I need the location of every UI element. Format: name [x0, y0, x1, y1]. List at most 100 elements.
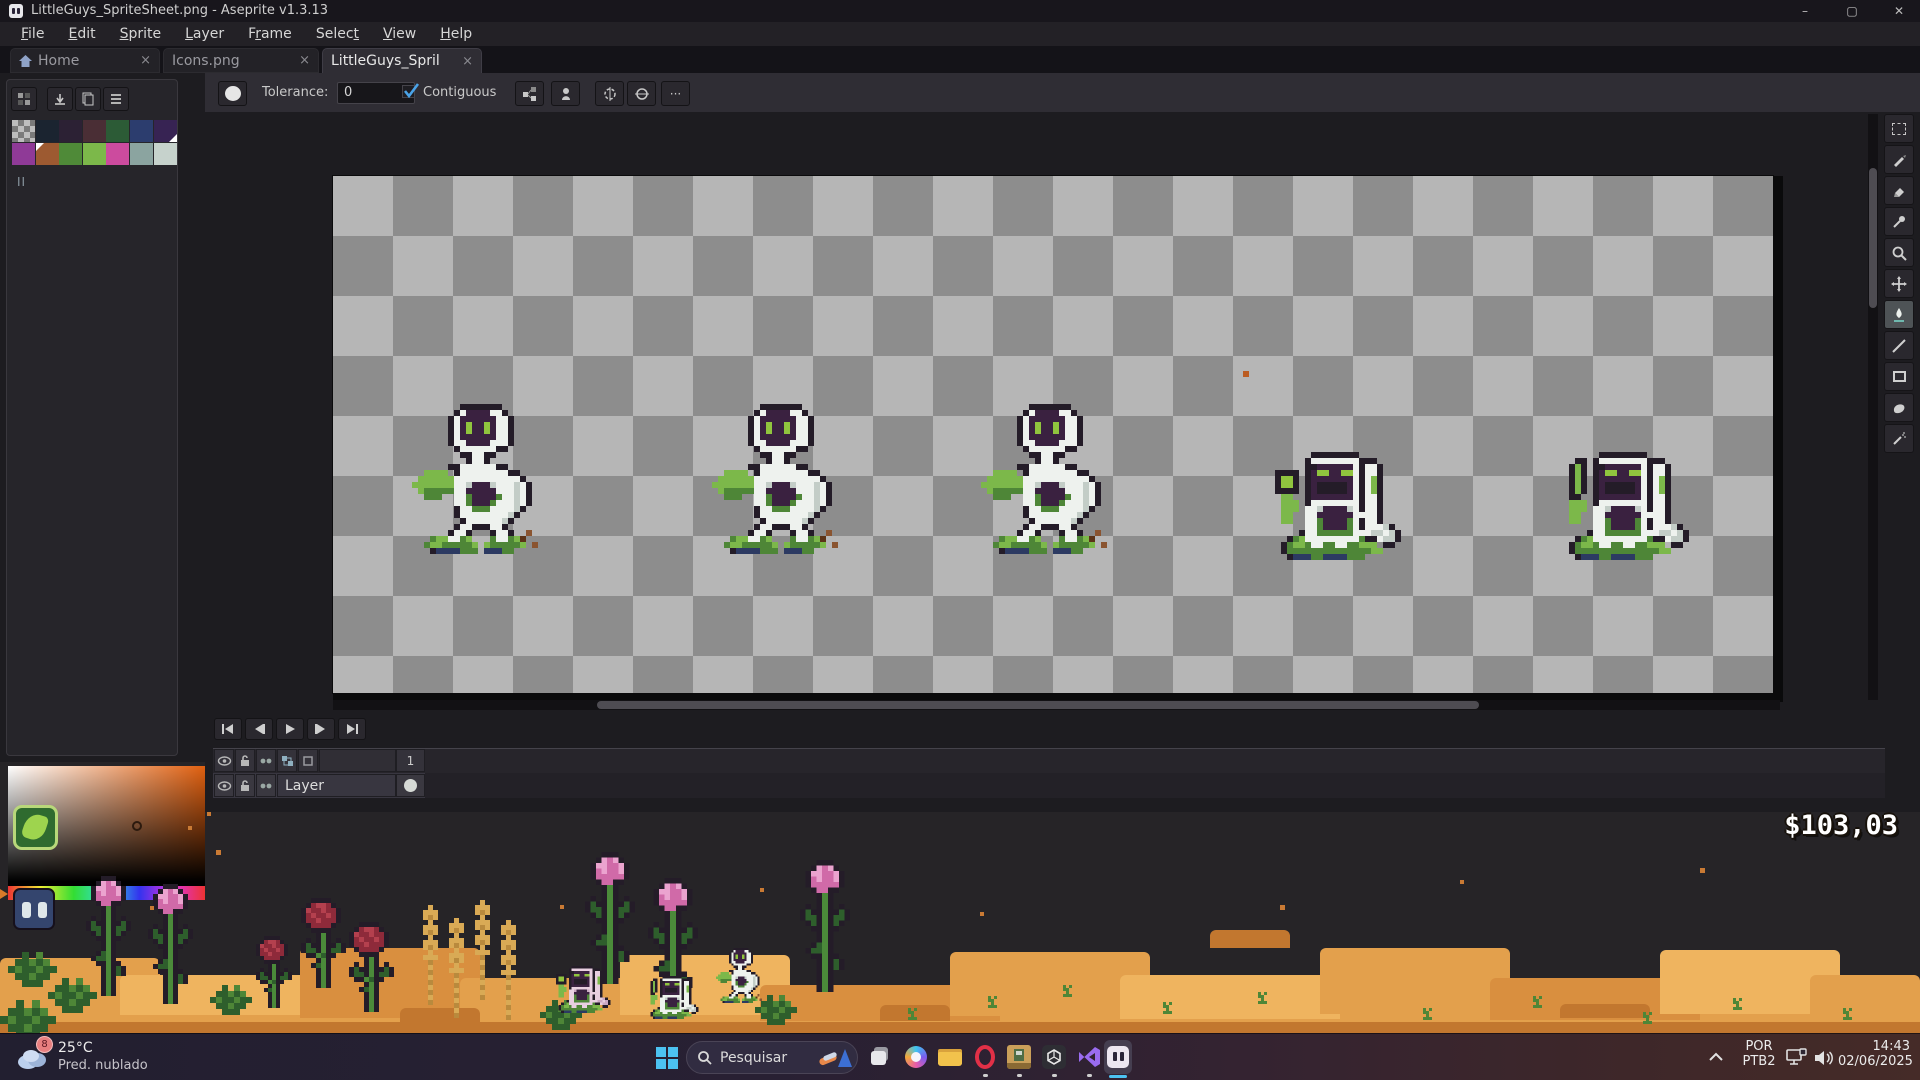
header-lock-icon[interactable] — [235, 749, 255, 772]
app-copilot[interactable] — [902, 1043, 930, 1071]
title-bar[interactable]: LittleGuys_SpriteSheet.png - Aseprite v1… — [0, 0, 1920, 22]
header-dots-icon[interactable] — [256, 749, 276, 772]
menu-select[interactable]: Select — [305, 24, 370, 44]
cloud — [1560, 1004, 1650, 1018]
app-game-pixel[interactable] — [1005, 1043, 1033, 1071]
app-opera[interactable] — [971, 1043, 999, 1071]
tool-contour[interactable] — [1884, 393, 1914, 422]
palette-swatch[interactable] — [130, 143, 153, 165]
language-indicator[interactable]: POR PTB2 — [1738, 1039, 1780, 1077]
menu-frame[interactable]: Frame — [237, 24, 303, 44]
v-scrollbar[interactable] — [1868, 114, 1878, 700]
menu-edit[interactable]: Edit — [57, 24, 106, 44]
tool-paint-bucket[interactable] — [1884, 300, 1914, 329]
v-scrollbar-thumb[interactable] — [1869, 168, 1877, 308]
timeline-header — [213, 748, 1885, 773]
tab-close-icon[interactable]: × — [462, 54, 473, 69]
close-button[interactable]: ✕ — [1884, 1, 1914, 21]
palette-presets-button[interactable] — [11, 87, 37, 111]
menu-help[interactable]: Help — [429, 24, 483, 44]
palette-swatch[interactable] — [83, 143, 106, 165]
palette-swatch[interactable] — [106, 143, 129, 165]
palette-file-button[interactable] — [75, 87, 101, 111]
layer-eye-toggle[interactable] — [214, 774, 234, 797]
symmetry-x-button[interactable] — [595, 81, 624, 106]
tab-icons-png[interactable]: Icons.png× — [163, 48, 319, 73]
palette-swatch[interactable] — [154, 120, 177, 142]
app-visual-studio[interactable] — [1075, 1043, 1103, 1071]
prev-frame-button[interactable] — [245, 718, 273, 740]
layer-name-cell[interactable]: Layer — [277, 774, 396, 797]
app-unity[interactable] — [1040, 1043, 1068, 1071]
search-box[interactable]: Pesquisar — [686, 1041, 858, 1074]
sort-colors-button[interactable] — [47, 87, 73, 111]
palette-swatch[interactable] — [154, 143, 177, 165]
unity-icon — [1040, 1043, 1068, 1071]
tool-move[interactable] — [1884, 269, 1914, 298]
palette-swatch[interactable] — [12, 120, 35, 142]
app-file-explorer[interactable] — [936, 1043, 964, 1071]
menu-sprite[interactable]: Sprite — [109, 24, 173, 44]
minimize-button[interactable]: – — [1790, 1, 1820, 21]
cel-cell[interactable] — [396, 774, 425, 797]
layer-dots-toggle[interactable] — [256, 774, 276, 797]
pixel-connectivity-button[interactable] — [515, 81, 544, 106]
tab-home[interactable]: Home× — [10, 48, 160, 73]
first-frame-button[interactable] — [214, 718, 242, 740]
tab-close-icon[interactable]: × — [140, 53, 151, 68]
layer-lock-toggle[interactable] — [235, 774, 255, 797]
app-aseprite[interactable] — [1104, 1040, 1132, 1074]
clock[interactable]: 14:43 02/06/2025 — [1838, 1039, 1910, 1077]
app-task-view[interactable] — [868, 1043, 896, 1071]
palette-menu-button[interactable] — [103, 87, 129, 111]
weather-temp: 25°C — [58, 1040, 93, 1056]
last-frame-button[interactable] — [338, 718, 366, 740]
tool-zoom[interactable] — [1884, 238, 1914, 267]
tool-eyedropper[interactable] — [1884, 207, 1914, 236]
frame-number-cell[interactable]: 1 — [396, 749, 425, 772]
palette-swatch[interactable] — [59, 120, 82, 142]
symmetry-y-button[interactable] — [627, 81, 656, 106]
sprite-frame-5 — [1563, 452, 1695, 560]
search-doodle-icon — [817, 1047, 853, 1071]
volume-icon[interactable] — [1812, 1048, 1834, 1068]
ink-options-button[interactable] — [551, 81, 580, 106]
network-icon[interactable] — [1786, 1048, 1808, 1068]
next-frame-button[interactable] — [307, 718, 335, 740]
menu-file[interactable]: File — [10, 24, 55, 44]
palette-swatch[interactable] — [130, 120, 153, 142]
weather-widget[interactable]: 8 25°C Pred. nublado — [10, 1034, 200, 1080]
palette-swatch[interactable] — [83, 120, 106, 142]
palette-swatch[interactable] — [12, 143, 35, 165]
tab-littleguys-spril[interactable]: LittleGuys_Spril× — [322, 48, 482, 73]
h-scrollbar-thumb[interactable] — [597, 701, 1479, 709]
tray-chevron-icon[interactable] — [1708, 1052, 1724, 1062]
palette-swatch[interactable] — [36, 143, 59, 165]
brush-preview-button[interactable] — [218, 81, 247, 106]
tool-spray[interactable] — [1884, 424, 1914, 453]
tool-pencil[interactable] — [1884, 145, 1914, 174]
maximize-button[interactable]: ▢ — [1837, 1, 1867, 21]
tab-close-icon[interactable]: × — [299, 53, 310, 68]
contiguous-label[interactable]: Contiguous — [423, 85, 496, 100]
menu-layer[interactable]: Layer — [174, 24, 235, 44]
header-layers-icon[interactable] — [277, 749, 297, 772]
more-options-button[interactable]: ··· — [661, 81, 690, 106]
screen: $103,03 LittleGuys_SpriteSheet.png - Ase… — [0, 0, 1920, 1080]
palette-swatch[interactable] — [59, 143, 82, 165]
tool-rectangle[interactable] — [1884, 362, 1914, 391]
palette-swatch[interactable] — [106, 120, 129, 142]
palette-swatch[interactable] — [36, 120, 59, 142]
tool-eraser[interactable] — [1884, 176, 1914, 205]
play-button[interactable] — [276, 718, 304, 740]
tool-line[interactable] — [1884, 331, 1914, 360]
header-eye-icon[interactable] — [214, 749, 234, 772]
active-indicator — [1109, 1075, 1127, 1078]
contiguous-checkbox[interactable] — [402, 85, 415, 98]
running-dot — [983, 1074, 988, 1077]
tool-rect-marquee[interactable] — [1884, 114, 1914, 143]
h-scrollbar[interactable] — [333, 700, 1780, 710]
start-button[interactable] — [653, 1044, 681, 1072]
header-square-icon[interactable] — [298, 749, 318, 772]
menu-view[interactable]: View — [372, 24, 427, 44]
